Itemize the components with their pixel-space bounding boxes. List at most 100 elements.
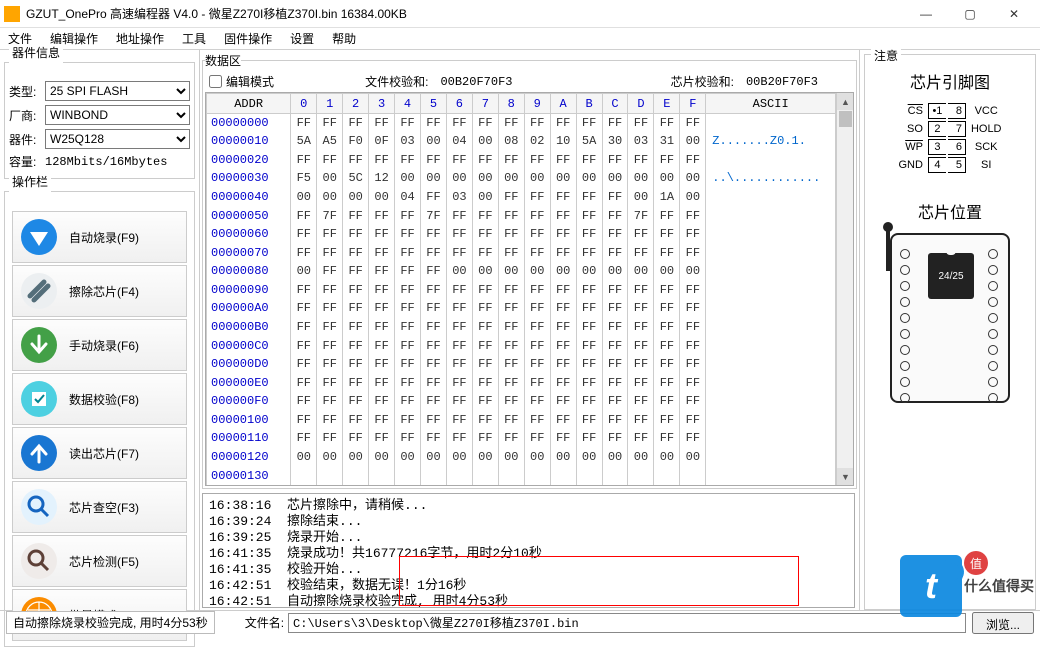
hex-row[interactable]: 000000400000000004FF0300FFFFFFFFFF001A00 [207, 188, 836, 207]
close-button[interactable]: ✕ [992, 0, 1036, 28]
auto-program-label: 自动烧录(F9) [69, 229, 139, 246]
col-hex[interactable]: C [602, 94, 628, 114]
part-label: 器件: [9, 131, 45, 148]
status-message: 自动擦除烧录校验完成, 用时4分53秒 [6, 611, 215, 634]
col-hex[interactable]: 1 [317, 94, 343, 114]
menu-help[interactable]: 帮助 [330, 30, 358, 47]
hex-scrollbar[interactable]: ▲ ▼ [836, 93, 853, 485]
col-addr[interactable]: ADDR [207, 94, 291, 114]
filename-label: 文件名: [245, 614, 284, 631]
hex-row[interactable]: 00000030F5005C12000000000000000000000000… [207, 169, 836, 188]
col-hex[interactable]: F [680, 94, 706, 114]
verify-data-button[interactable]: 数据校验(F8) [12, 373, 187, 425]
col-hex[interactable]: 0 [291, 94, 317, 114]
scroll-down-icon[interactable]: ▼ [837, 468, 854, 485]
scroll-up-icon[interactable]: ▲ [837, 93, 854, 110]
editmode-checkbox[interactable] [209, 75, 222, 88]
log-line: 16:41:35 烧录成功！共16777216字节，用时2分10秒 [209, 546, 848, 562]
verify-data-label: 数据校验(F8) [69, 391, 139, 408]
capacity-label: 容量: [9, 153, 45, 170]
hex-row[interactable]: 00000100FFFFFFFFFFFFFFFFFFFFFFFFFFFFFFFF [207, 411, 836, 430]
chipsum-label: 芯片校验和: [671, 73, 734, 90]
hex-row[interactable]: 0000012000000000000000000000000000000000 [207, 448, 836, 467]
hex-viewer[interactable]: ADDR0123456789ABCDEFASCII00000000FFFFFFF… [205, 92, 854, 486]
col-hex[interactable]: A [550, 94, 576, 114]
hex-row[interactable]: 00000110FFFFFFFFFFFFFFFFFFFFFFFFFFFFFFFF [207, 429, 836, 448]
menu-addr[interactable]: 地址操作 [114, 30, 166, 47]
log-line: 16:41:35 校验开始... [209, 562, 848, 578]
col-hex[interactable]: 7 [472, 94, 498, 114]
erase-chip-button[interactable]: 擦除芯片(F4) [12, 265, 187, 317]
log-line: 16:38:16 芯片擦除中，请稍候... [209, 498, 848, 514]
socket-diagram: 24/25 [890, 233, 1010, 403]
read-chip-label: 读出芯片(F7) [69, 445, 139, 462]
hex-row[interactable]: 000000105AA5F00F030004000802105A30033100… [207, 132, 836, 151]
log-line: 16:42:51 校验结束，数据无误！1分16秒 [209, 578, 848, 594]
col-hex[interactable]: B [576, 94, 602, 114]
detect-chip-label: 芯片检测(F5) [69, 553, 139, 570]
auto-program-button[interactable]: 自动烧录(F9) [12, 211, 187, 263]
detect-chip-button[interactable]: 芯片检测(F5) [12, 535, 187, 587]
statusbar: 自动擦除烧录校验完成, 用时4分53秒 文件名: 浏览... [0, 610, 1040, 634]
col-hex[interactable]: 5 [420, 94, 446, 114]
hex-row[interactable]: 00000130 [207, 466, 836, 485]
chip-position-title: 芯片位置 [869, 199, 1031, 223]
auto-program-icon [19, 217, 59, 257]
ops-title: 操作栏 [9, 173, 51, 190]
hex-row[interactable]: 000000E0FFFFFFFFFFFFFFFFFFFFFFFFFFFFFFFF [207, 373, 836, 392]
chipsum-value: 00B20F70F3 [746, 75, 818, 89]
hex-row[interactable]: 00000000FFFFFFFFFFFFFFFFFFFFFFFFFFFFFFFF [207, 114, 836, 133]
log-panel: 16:38:16 芯片擦除中，请稍候...16:39:24 擦除结束...16:… [202, 493, 855, 608]
hex-row[interactable]: 000000B0FFFFFFFFFFFFFFFFFFFFFFFFFFFFFFFF [207, 318, 836, 337]
browse-button[interactable]: 浏览... [972, 612, 1034, 634]
col-hex[interactable]: 8 [498, 94, 524, 114]
col-hex[interactable]: 9 [524, 94, 550, 114]
vendor-label: 厂商: [9, 107, 45, 124]
hex-row[interactable]: 000000D0FFFFFFFFFFFFFFFFFFFFFFFFFFFFFFFF [207, 355, 836, 374]
hex-row[interactable]: 00000020FFFFFFFFFFFFFFFFFFFFFFFFFFFFFFFF [207, 151, 836, 170]
filesum-label: 文件校验和: [365, 73, 428, 90]
type-label: 类型: [9, 83, 45, 100]
blank-check-button[interactable]: 芯片查空(F3) [12, 481, 187, 533]
manual-program-button[interactable]: 手动烧录(F6) [12, 319, 187, 371]
type-select[interactable]: 25 SPI FLASH [45, 81, 190, 101]
col-hex[interactable]: E [654, 94, 680, 114]
hex-row[interactable]: 00000070FFFFFFFFFFFFFFFFFFFFFFFFFFFFFFFF [207, 243, 836, 262]
data-area-group: 数据区 编辑模式 文件校验和: 00B20F70F3 芯片校验和: 00B20F… [202, 52, 857, 489]
blank-check-label: 芯片查空(F3) [69, 499, 139, 516]
col-ascii[interactable]: ASCII [706, 94, 836, 114]
verify-data-icon [19, 379, 59, 419]
maximize-button[interactable]: ▢ [948, 0, 992, 28]
part-select[interactable]: W25Q128 [45, 129, 190, 149]
hex-row[interactable]: 000000A0FFFFFFFFFFFFFFFFFFFFFFFFFFFFFFFF [207, 299, 836, 318]
col-hex[interactable]: 4 [395, 94, 421, 114]
chip-icon: 24/25 [928, 253, 974, 299]
hex-row[interactable]: 000000C0FFFFFFFFFFFFFFFFFFFFFFFFFFFFFFFF [207, 336, 836, 355]
titlebar: GZUT_OnePro 高速编程器 V4.0 - 微星Z270I移植Z370I.… [0, 0, 1040, 28]
window-title: GZUT_OnePro 高速编程器 V4.0 - 微星Z270I移植Z370I.… [26, 5, 904, 22]
col-hex[interactable]: D [628, 94, 654, 114]
scroll-thumb[interactable] [839, 111, 852, 127]
read-chip-button[interactable]: 读出芯片(F7) [12, 427, 187, 479]
col-hex[interactable]: 3 [369, 94, 395, 114]
col-hex[interactable]: 2 [343, 94, 369, 114]
filesum-value: 00B20F70F3 [440, 75, 512, 89]
minimize-button[interactable]: — [904, 0, 948, 28]
col-hex[interactable]: 6 [446, 94, 472, 114]
filename-input[interactable] [288, 613, 966, 633]
hex-row[interactable]: 000000F0FFFFFFFFFFFFFFFFFFFFFFFFFFFFFFFF [207, 392, 836, 411]
blank-check-icon [19, 487, 59, 527]
menu-settings[interactable]: 设置 [288, 30, 316, 47]
ops-group: 操作栏 自动烧录(F9)擦除芯片(F4)手动烧录(F6)数据校验(F8)读出芯片… [4, 183, 195, 647]
pin-diagram-title: 芯片引脚图 [869, 69, 1031, 93]
menu-firmware[interactable]: 固件操作 [222, 30, 274, 47]
vendor-select[interactable]: WINBOND [45, 105, 190, 125]
pin-table: CS•18VCCSO27HOLDWP36SCKGND45SI [893, 101, 1006, 175]
read-chip-icon [19, 433, 59, 473]
menu-tools[interactable]: 工具 [180, 30, 208, 47]
editmode-check[interactable]: 编辑模式 [209, 73, 274, 90]
hex-row[interactable]: 00000060FFFFFFFFFFFFFFFFFFFFFFFFFFFFFFFF [207, 225, 836, 244]
hex-row[interactable]: 00000050FF7FFFFFFF7FFFFFFFFFFFFFFF7FFFFF [207, 206, 836, 225]
hex-row[interactable]: 00000090FFFFFFFFFFFFFFFFFFFFFFFFFFFFFFFF [207, 281, 836, 300]
hex-row[interactable]: 0000008000FFFFFFFFFF00000000000000000000 [207, 262, 836, 281]
